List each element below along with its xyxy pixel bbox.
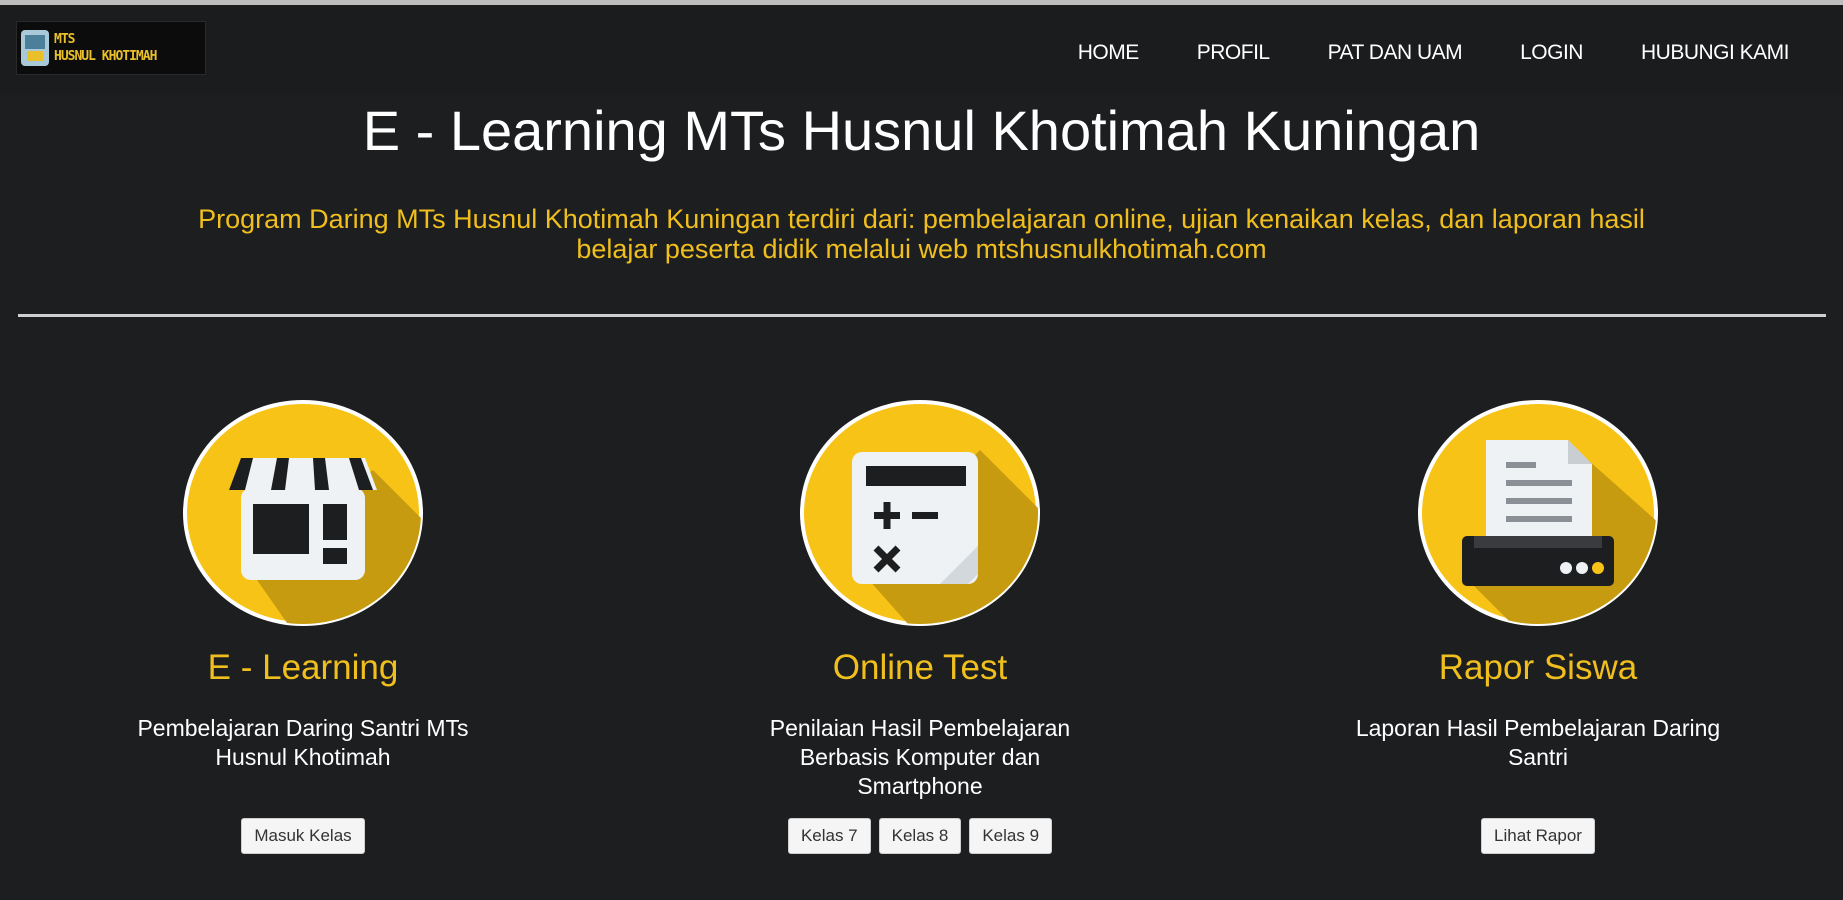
- printer-icon: [1418, 400, 1658, 626]
- school-emblem-icon: [21, 30, 49, 66]
- card-desc-line-2: Santri: [1507, 744, 1569, 770]
- navbar: MTS HUSNUL KHOTIMAH HOME PROFIL PAT DAN …: [0, 5, 1843, 95]
- logo-line-2: HUSNUL KHOTIMAH: [54, 49, 157, 64]
- card-buttons: Kelas 7 Kelas 8 Kelas 9: [690, 818, 1150, 854]
- card-description: Pembelajaran Daring Santri MTs Husnul Kh…: [93, 714, 513, 772]
- nav-link-hubungi-kami[interactable]: HUBUNGI KAMI: [1612, 33, 1790, 73]
- nav-links: HOME PROFIL PAT DAN UAM LOGIN HUBUNGI KA…: [1049, 33, 1790, 73]
- card-description: Laporan Hasil Pembelajaran Daring Santri: [1328, 714, 1748, 772]
- subtitle-line-1: Program Daring MTs Husnul Khotimah Kunin…: [198, 204, 1645, 234]
- card-title: Online Test: [832, 648, 1008, 687]
- calculator-icon: [800, 400, 1040, 626]
- lihat-rapor-button[interactable]: Lihat Rapor: [1481, 818, 1595, 854]
- card-desc-line-2: Husnul Khotimah: [215, 744, 391, 770]
- storefront-icon: [183, 400, 423, 626]
- kelas-9-button[interactable]: Kelas 9: [969, 818, 1053, 854]
- subtitle-line-2: belajar peserta didik melalui web mtshus…: [576, 234, 1267, 264]
- kelas-8-button[interactable]: Kelas 8: [878, 818, 962, 854]
- nav-link-login[interactable]: LOGIN: [1491, 33, 1612, 73]
- page-title: E - Learning MTs Husnul Khotimah Kuninga…: [362, 99, 1481, 162]
- masuk-kelas-button[interactable]: Masuk Kelas: [241, 818, 365, 854]
- card-desc-line-1: Pembelajaran Daring Santri MTs: [137, 715, 469, 741]
- nav-link-pat-dan-uam[interactable]: PAT DAN UAM: [1299, 33, 1492, 73]
- card-desc-line-1: Penilaian Hasil Pembelajaran: [769, 715, 1071, 741]
- card-desc-line-3: Smartphone: [857, 773, 983, 799]
- logo-line-1: MTS: [54, 32, 75, 47]
- card-rapor-siswa: Rapor Siswa Laporan Hasil Pembelajaran D…: [1308, 400, 1768, 854]
- nav-link-profil[interactable]: PROFIL: [1168, 33, 1299, 73]
- card-desc-line-2: Berbasis Komputer dan: [799, 744, 1041, 770]
- card-description: Penilaian Hasil Pembelajaran Berbasis Ko…: [710, 714, 1130, 801]
- card-title: Rapor Siswa: [1438, 648, 1638, 687]
- card-buttons: Lihat Rapor: [1308, 818, 1768, 854]
- nav-link-home[interactable]: HOME: [1049, 33, 1168, 73]
- card-e-learning: E - Learning Pembelajaran Daring Santri …: [73, 400, 533, 854]
- card-buttons: Masuk Kelas: [73, 818, 533, 854]
- card-online-test: Online Test Penilaian Hasil Pembelajaran…: [690, 400, 1150, 854]
- card-title: E - Learning: [207, 648, 399, 687]
- logo-text: MTS HUSNUL KHOTIMAH: [54, 31, 157, 65]
- kelas-7-button[interactable]: Kelas 7: [787, 818, 871, 854]
- section-divider: [18, 314, 1826, 317]
- site-logo[interactable]: MTS HUSNUL KHOTIMAH: [16, 21, 206, 75]
- page-subtitle: Program Daring MTs Husnul Khotimah Kunin…: [60, 204, 1783, 264]
- card-desc-line-1: Laporan Hasil Pembelajaran Daring: [1355, 715, 1721, 741]
